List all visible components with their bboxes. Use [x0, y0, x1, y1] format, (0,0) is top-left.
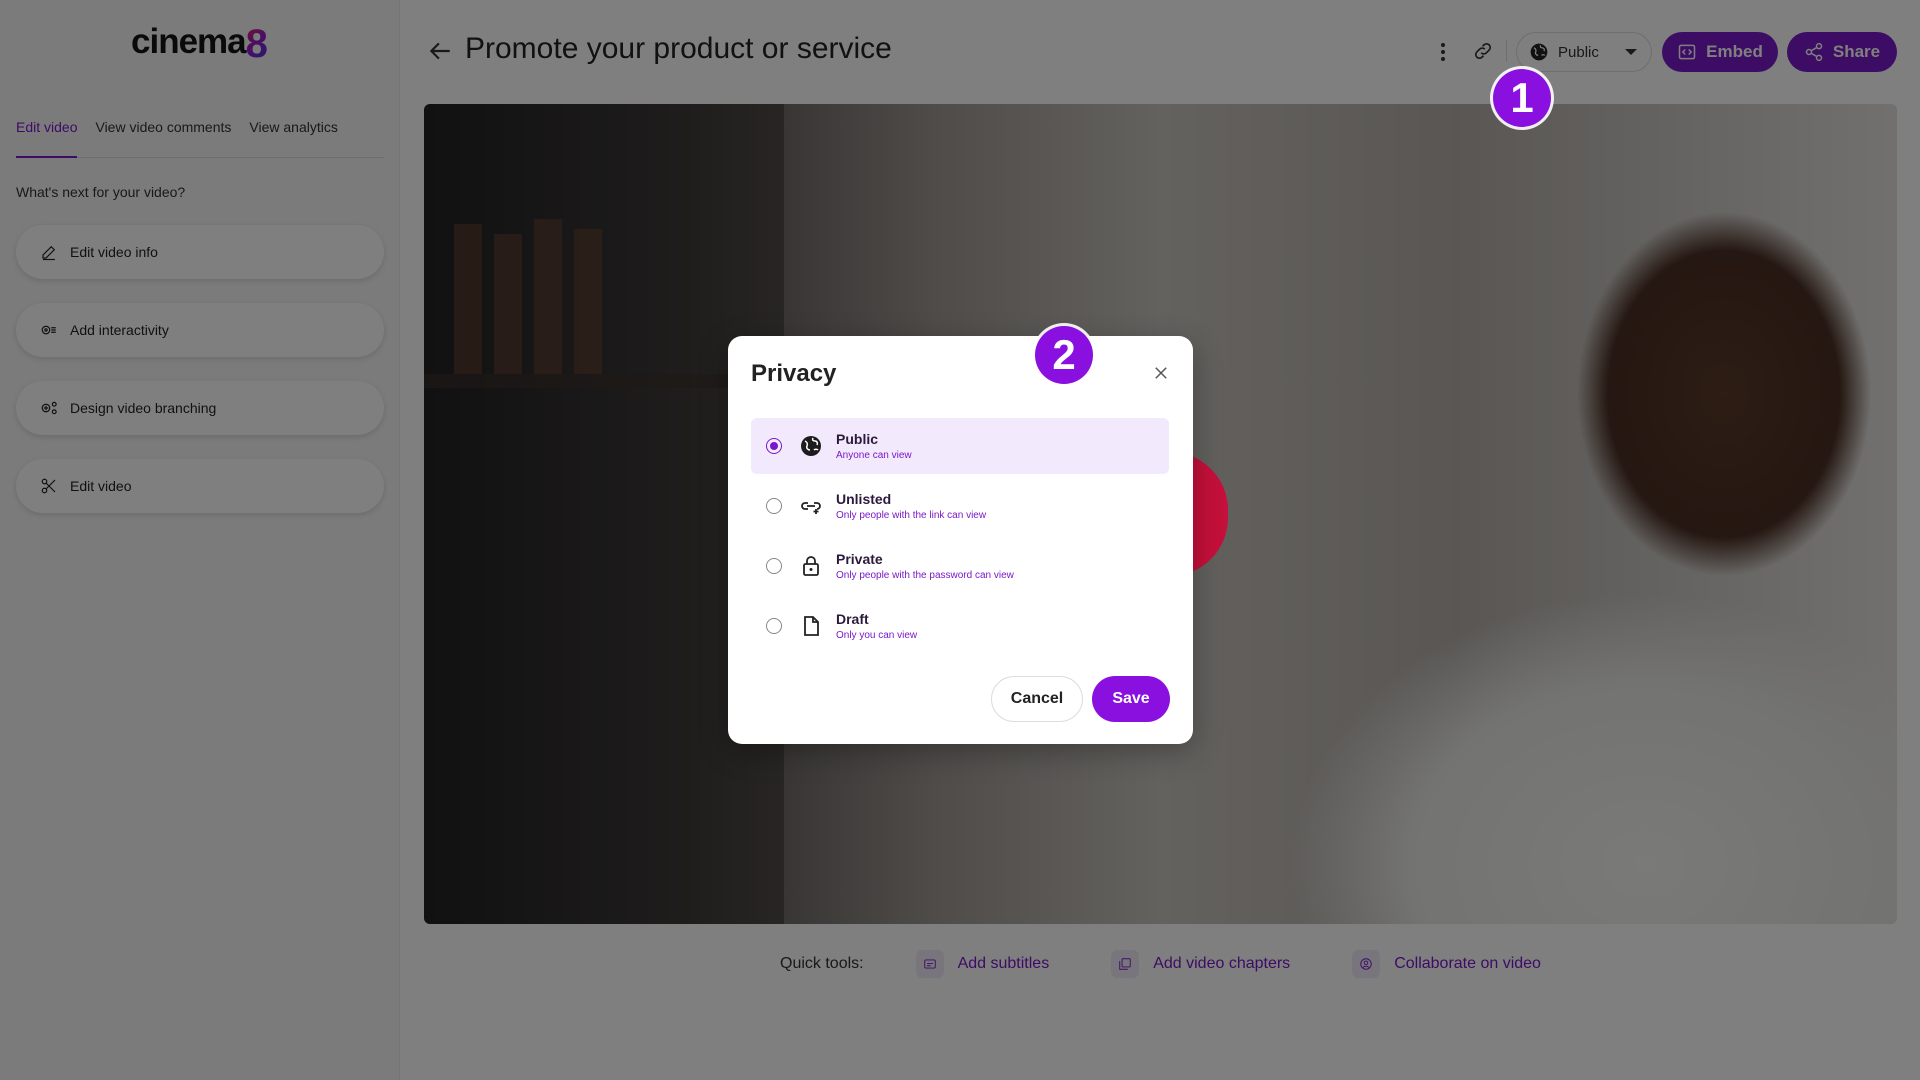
option-text: Unlisted Only people with the link can v…: [836, 491, 986, 521]
radio-public[interactable]: [766, 438, 782, 454]
option-description: Only you can view: [836, 630, 918, 641]
option-text: Private Only people with the password ca…: [836, 551, 1014, 581]
document-icon: [804, 616, 819, 636]
privacy-option-public[interactable]: Public Anyone can view: [751, 418, 1169, 474]
step-marker-1: 1: [1493, 69, 1551, 127]
link-icon: [801, 502, 821, 514]
radio-draft[interactable]: [766, 618, 782, 634]
option-title: Draft: [836, 611, 869, 627]
option-text: Draft Only you can view: [836, 611, 917, 641]
lock-icon: [803, 556, 819, 576]
privacy-option-draft[interactable]: Draft Only you can view: [751, 598, 1169, 654]
cancel-button[interactable]: Cancel: [991, 676, 1083, 722]
option-text: Public Anyone can view: [836, 431, 912, 461]
option-description: Anyone can view: [836, 450, 912, 461]
option-description: Only people with the link can view: [836, 510, 987, 521]
option-title: Private: [836, 551, 883, 567]
step-marker-2: 2: [1035, 326, 1093, 384]
save-button[interactable]: Save: [1092, 676, 1170, 722]
radio-private[interactable]: [766, 558, 782, 574]
privacy-option-unlisted[interactable]: Unlisted Only people with the link can v…: [751, 478, 1169, 534]
option-description: Only people with the password can view: [836, 570, 1014, 581]
modal-title: Privacy: [751, 360, 837, 387]
close-icon[interactable]: [1152, 364, 1170, 382]
radio-unlisted[interactable]: [766, 498, 782, 514]
globe-icon: [801, 436, 821, 456]
option-title: Unlisted: [836, 491, 892, 507]
privacy-option-private[interactable]: Private Only people with the password ca…: [751, 538, 1169, 594]
app-root: cinema8 Edit video View video comments V…: [0, 0, 1920, 1080]
option-title: Public: [836, 431, 879, 447]
privacy-modal: Privacy Public Anyone can view Unlisted …: [728, 336, 1193, 744]
